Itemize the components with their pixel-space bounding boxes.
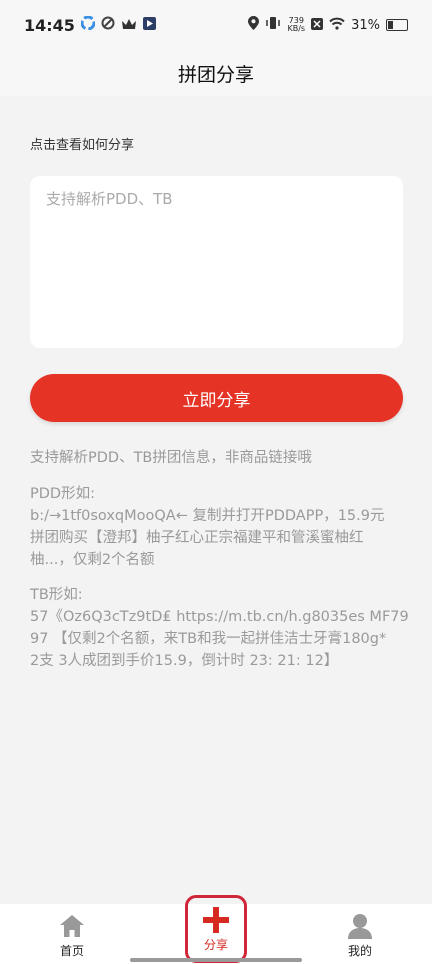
how-to-share-link[interactable]: 点击查看如何分享 — [30, 134, 134, 153]
pdd-example-title: PDD形如: — [30, 486, 95, 502]
tab-home[interactable]: 首页 — [0, 904, 144, 964]
tab-share[interactable]: 分享 — [185, 895, 247, 963]
app-notification-icon-2 — [101, 16, 115, 34]
play-app-icon — [142, 16, 156, 34]
battery-percent: 31% — [351, 17, 380, 33]
status-bar: 14:45 739 KB/s 31% — [0, 0, 432, 50]
location-icon — [248, 16, 260, 34]
home-indicator — [130, 958, 302, 962]
home-icon — [58, 912, 86, 940]
support-info: 支持解析PDD、TB拼团信息，非商品链接哦 — [30, 447, 405, 469]
nav-bar: 拼团分享 — [0, 50, 432, 96]
network-speed: 739 KB/s — [287, 17, 305, 33]
status-time: 14:45 — [24, 15, 75, 35]
tab-home-label: 首页 — [59, 944, 84, 958]
tab-share-wrapper: 分享 — [144, 895, 288, 964]
tb-example-line: 97 【仅剩2个名额，来TB和我一起拼佳洁士牙膏180g* — [30, 631, 387, 647]
pdd-example: PDD形如: b:/→1tf0soxqMooQA← 复制并打开PDDAPP，15… — [30, 483, 405, 571]
pdd-example-line: b:/→1tf0soxqMooQA← 复制并打开PDDAPP，15.9元 — [30, 508, 385, 524]
pdd-example-line: 柚...，仅剩2个名额 — [30, 552, 155, 568]
tab-mine[interactable]: 我的 — [288, 904, 432, 964]
vibrate-icon — [265, 16, 281, 34]
support-info-text: 支持解析PDD、TB拼团信息，非商品链接哦 — [30, 450, 312, 466]
tb-example-line: 57《Oz6Q3cTz9tD₤ https://m.tb.cn/h.g8035e… — [30, 609, 409, 625]
app-notification-icon-1 — [80, 15, 96, 34]
battery-icon — [386, 19, 408, 31]
tab-mine-label: 我的 — [347, 944, 372, 958]
page-title: 拼团分享 — [177, 63, 254, 86]
nfc-icon — [311, 16, 324, 34]
pdd-example-line: 拼团购买【澄邦】柚子红心正宗福建平和管溪蜜柚红 — [30, 530, 364, 546]
status-left: 14:45 — [24, 15, 156, 35]
plus-icon — [202, 906, 230, 934]
bottom-tab-bar: 首页 分享 我的 — [0, 895, 432, 964]
tb-example-title: TB形如: — [30, 587, 83, 603]
share-text-input[interactable] — [30, 176, 403, 348]
user-icon — [346, 912, 374, 940]
tb-example: TB形如: 57《Oz6Q3cTz9tD₤ https://m.tb.cn/h.… — [30, 584, 409, 672]
share-now-button[interactable]: 立即分享 — [30, 374, 403, 422]
crown-icon — [121, 16, 137, 34]
tb-example-line: 2支 3人成团到手价15.9，倒计时 23: 21: 12】 — [30, 653, 339, 669]
tab-share-label: 分享 — [203, 938, 228, 952]
wifi-icon — [329, 16, 345, 34]
speed-unit: KB/s — [287, 24, 306, 33]
status-right: 739 KB/s 31% — [248, 16, 408, 34]
